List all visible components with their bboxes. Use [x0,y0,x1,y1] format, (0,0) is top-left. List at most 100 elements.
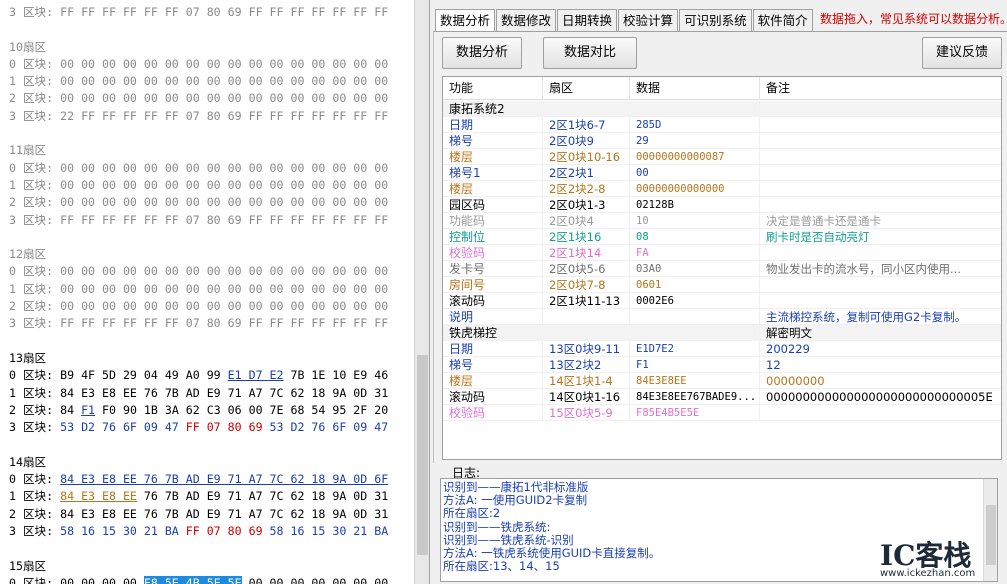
hex-sector-header: 14扇区 [9,454,47,469]
cell-note [760,149,1001,165]
table-row[interactable]: 滚动码 2区1块11-13 0002E6 [443,293,1001,309]
cell-function: 康拓系统2 [443,101,760,117]
table-row[interactable]: 园区码 2区0块1-3 02128B [443,197,1001,213]
cell-note: 200229 [760,341,1001,357]
watermark-url: www.ickezhan.com [880,568,976,579]
table-section-row[interactable]: 康拓系统2 [443,101,1001,117]
table-row[interactable]: 楼层 14区1块1-4 84E3E8EE 00000000 [443,373,1001,389]
hex-block-label: 0 区块: [9,575,54,584]
hex-byte-group[interactable]: FF 07 80 69 [186,524,263,538]
table-row[interactable]: 日期 13区0块9-11 E1D7E2 200229 [443,341,1001,357]
feedback-button[interactable]: 建议反馈 [922,37,1002,69]
hex-block-row: 2 区块: 00 00 00 00 00 00 00 00 00 00 00 0… [9,90,409,107]
hex-dump-pane[interactable]: 3 区块: FF FF FF FF FF FF 07 80 69 FF FF F… [0,0,430,584]
hex-block-label: 1 区块: [9,177,54,192]
analysis-table[interactable]: 功能 扇区 数据 备注 康拓系统2 日期 2区1块6-7 285D 梯号 2区0块9 29 楼… [442,76,1002,460]
cell-data: 00000000000087 [630,149,760,165]
hex-byte-group[interactable]: 84 E3 E8 EE [60,489,137,503]
cell-function: 滚动码 [443,389,543,405]
hex-byte-group[interactable]: 84 E3 E8 EE 76 7B AD E9 71 A7 7C 62 18 9… [60,472,388,486]
tab-data-modify[interactable]: 数据修改 [496,9,557,31]
cell-sector: 13区2块2 [543,357,630,373]
table-body: 康拓系统2 日期 2区1块6-7 285D 梯号 2区0块9 29 楼层 2区0块10-16 00… [443,101,1001,421]
hex-byte-group[interactable]: 53 D2 76 6F 09 47 [263,420,389,434]
hex-block-row: 0 区块: B9 4F 5D 29 04 49 A0 99 E1 D7 E2 7… [9,367,409,384]
hex-byte-group: 84 E3 E8 EE 76 7B AD E9 71 A7 7C 62 18 9… [60,506,389,521]
hex-blank-line [9,21,409,38]
cell-sector: 14区1块1-4 [543,373,630,389]
cell-note [760,117,1001,133]
hex-byte-group[interactable]: 58 16 15 30 21 BA [263,524,389,538]
hex-blank-line [9,125,409,142]
hex-byte-group[interactable]: E1 D7 E2 [228,368,284,382]
column-header-data[interactable]: 数据 [630,77,760,100]
cell-note [760,101,1001,117]
hex-block-label: 2 区块: [9,91,54,106]
table-row[interactable]: 校验码 2区1块14 FA [443,245,1001,261]
tab-supported-systems[interactable]: 可识别系统 [679,9,752,31]
table-row[interactable]: 功能码 2区0块4 10 决定是普通卡还是通卡 [443,213,1001,229]
cell-data: 84E3E8EE767BADE9... [630,389,760,405]
cell-note [760,181,1001,197]
hex-block-label: 3 区块: [9,5,54,19]
cell-function: 楼层 [443,149,543,165]
hex-block-row: 3 区块: 53 D2 76 6F 09 47 FF 07 80 69 53 D… [9,419,409,436]
cell-data: 08 [630,229,760,245]
hex-sector-header: 11扇区 [9,143,47,158]
hex-byte-group[interactable]: 58 16 15 30 21 BA [60,524,186,538]
hex-block-label: 3 区块: [9,212,54,227]
cell-function: 园区码 [443,197,543,213]
table-row[interactable]: 说明 主流梯控系统，复制可使用G2卡复制。 [443,309,1001,325]
table-row[interactable]: 发卡号 2区0块5-6 03A0 物业发出卡的流水号，同小区内使用... [443,261,1001,277]
table-row[interactable]: 日期 2区1块6-7 285D [443,117,1001,133]
hex-block-label: 3 区块: [9,108,54,123]
table-row[interactable]: 控制位 2区1块16 08 刷卡时是否自动亮灯 [443,229,1001,245]
hex-block-label: 3 区块: [9,523,54,538]
hex-scrollbar[interactable] [414,0,429,584]
hex-byte-group[interactable]: 53 D2 76 6F 09 47 [60,420,186,434]
table-row[interactable]: 校验码 15区0块5-9 F85E4B5E5E [443,405,1001,421]
table-row[interactable]: 楼层 2区2块2-8 00000000000000 [443,181,1001,197]
table-row[interactable]: 梯号1 2区2块1 00 [443,165,1001,181]
hex-block-bytes: 00 00 00 00 00 00 00 00 00 00 00 00 00 0… [60,160,389,175]
table-row[interactable]: 房间号 2区0块7-8 0601 [443,277,1001,293]
hex-block-label: 2 区块: [9,195,54,210]
log-line: 所在扇区:13、14、15 [443,559,560,574]
cell-data: 00000000000000 [630,181,760,197]
table-row[interactable]: 梯号 2区0块9 29 [443,133,1001,149]
hex-byte-group[interactable]: FF 07 80 69 [186,420,263,434]
cell-data: 0601 [630,277,760,293]
cell-function: 控制位 [443,229,543,245]
log-line: 所在扇区:2 [443,506,501,521]
table-row[interactable]: 梯号 13区2块2 F1 12 [443,357,1001,373]
hex-block-label: 3 区块: [9,420,54,435]
hex-byte-group[interactable]: F1 [81,403,95,417]
compare-button[interactable]: 数据对比 [543,37,637,69]
column-header-note[interactable]: 备注 [760,77,1001,100]
tab-about[interactable]: 软件简介 [752,9,813,31]
cell-function: 楼层 [443,373,543,389]
hex-block-row: 0 区块: 00 00 00 00 00 00 00 00 00 00 00 0… [9,263,409,280]
table-row[interactable]: 滚动码 14区0块1-16 84E3E8EE767BADE9... 000000000… [443,389,1001,405]
cell-data: 03A0 [630,261,760,277]
cell-note [760,293,1001,309]
cell-data: 10 [630,213,760,229]
analyze-button[interactable]: 数据分析 [442,37,522,69]
hex-block-row: 0 区块: 00 00 00 00 F8 5E 4B 5E 5E 00 00 0… [9,575,409,584]
cell-sector: 14区0块1-16 [543,389,630,405]
hex-sector-header: 15扇区 [9,558,47,573]
cell-note [760,245,1001,261]
column-header-sector[interactable]: 扇区 [543,77,630,100]
tab-checksum[interactable]: 校验计算 [618,9,679,31]
column-header-function[interactable]: 功能 [443,77,543,100]
cell-function: 说明 [443,309,543,325]
tab-data-analysis[interactable]: 数据分析 [435,9,496,32]
hex-byte-group: 76 7B AD E9 71 A7 7C 62 18 9A 0D 31 [136,489,389,504]
cell-function: 滚动码 [443,293,543,309]
hex-selected-bytes[interactable]: F8 5E 4B 5E 5E [143,575,242,584]
table-row[interactable]: 楼层 2区0块10-16 00000000000087 [443,149,1001,165]
tab-date-convert[interactable]: 日期转换 [557,9,618,31]
table-section-row[interactable]: 铁虎梯控 解密明文 [443,325,1001,341]
hex-scrollbar-thumb[interactable] [417,355,428,555]
cell-note: 物业发出卡的流水号，同小区内使用... [760,261,1001,277]
